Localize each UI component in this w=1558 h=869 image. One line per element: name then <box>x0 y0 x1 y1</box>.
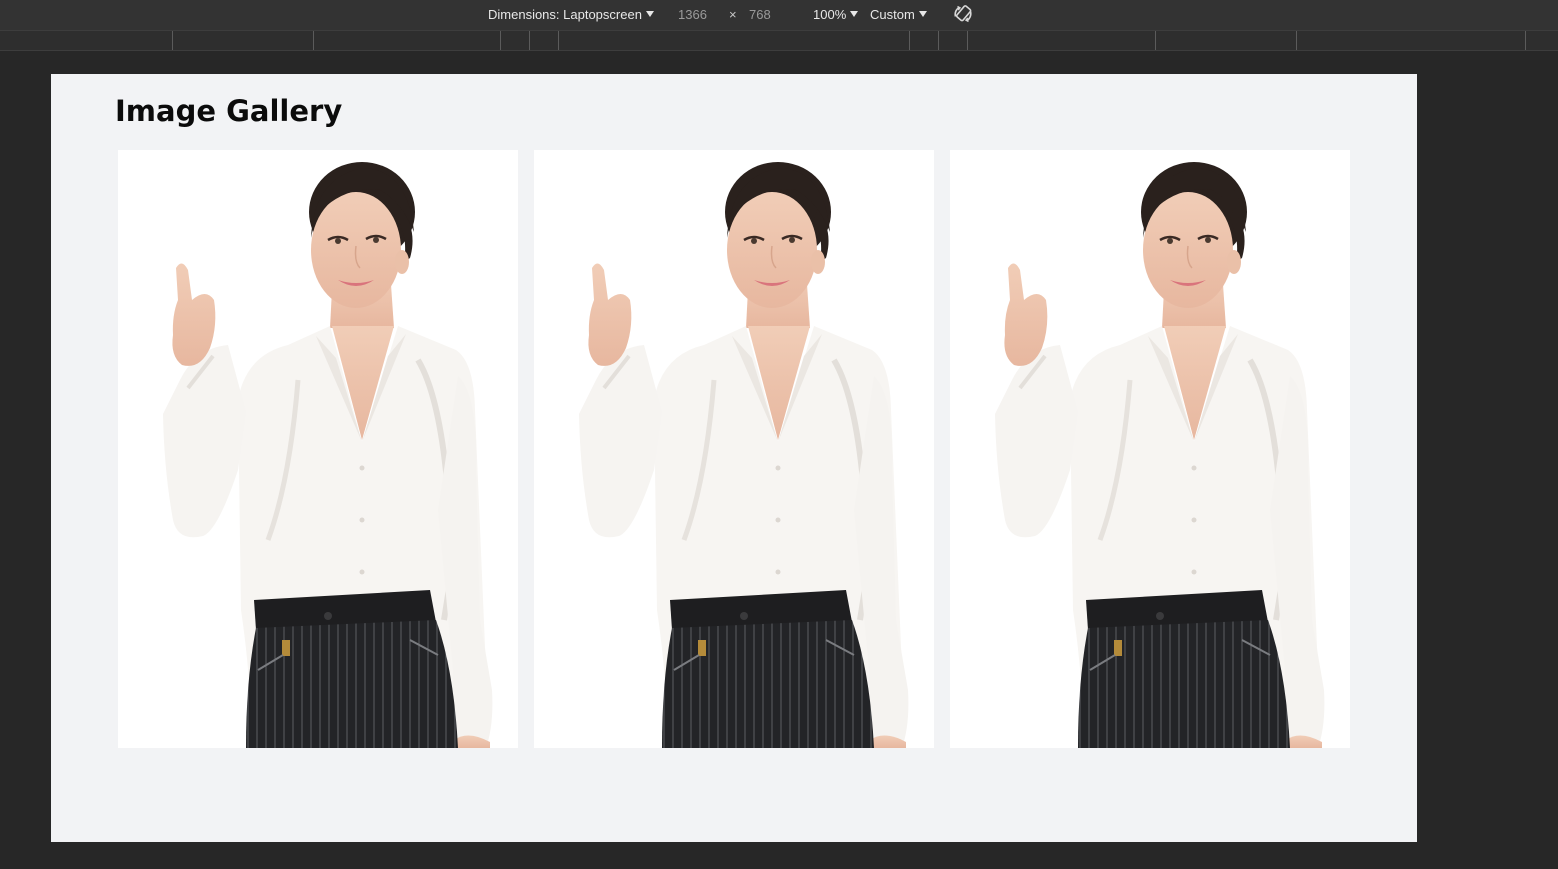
breakpoint-tick[interactable] <box>1296 31 1297 50</box>
breakpoint-tick[interactable] <box>1155 31 1156 50</box>
zoom-dropdown[interactable]: 100% <box>813 0 859 30</box>
image-gallery <box>118 150 1350 748</box>
dimensions-label: Dimensions: Laptopscreen <box>488 7 642 22</box>
media-query-bar <box>0 30 1558 51</box>
rotate-icon[interactable] <box>952 3 974 25</box>
height-input[interactable]: 768 <box>749 0 771 30</box>
gallery-image[interactable] <box>118 150 518 748</box>
throttle-dropdown[interactable]: Custom <box>870 0 927 30</box>
gallery-image[interactable] <box>534 150 934 748</box>
throttle-label: Custom <box>870 7 915 22</box>
woman-pointing-photo <box>950 150 1350 748</box>
breakpoint-tick[interactable] <box>967 31 968 50</box>
breakpoint-tick[interactable] <box>938 31 939 50</box>
device-toolbar: Dimensions: Laptopscreen 1366 × 768 100%… <box>0 0 1558 30</box>
breakpoint-tick[interactable] <box>500 31 501 50</box>
breakpoint-tick[interactable] <box>172 31 173 50</box>
breakpoint-tick[interactable] <box>529 31 530 50</box>
dimensions-dropdown[interactable]: Dimensions: Laptopscreen <box>488 0 654 30</box>
throttle-caret-icon <box>918 11 927 17</box>
woman-pointing-photo <box>118 150 518 748</box>
times-separator: × <box>729 7 737 22</box>
emulated-viewport: Image Gallery <box>51 74 1417 842</box>
breakpoint-tick[interactable] <box>313 31 314 50</box>
gallery-image[interactable] <box>950 150 1350 748</box>
woman-pointing-photo <box>534 150 934 748</box>
breakpoint-tick[interactable] <box>909 31 910 50</box>
zoom-label: 100% <box>813 7 847 22</box>
width-input[interactable]: 1366 <box>678 0 707 30</box>
zoom-caret-icon <box>850 11 859 17</box>
breakpoint-tick[interactable] <box>558 31 559 50</box>
breakpoint-tick[interactable] <box>1525 31 1526 50</box>
page-title: Image Gallery <box>115 94 343 128</box>
dimensions-caret-icon <box>645 11 654 17</box>
